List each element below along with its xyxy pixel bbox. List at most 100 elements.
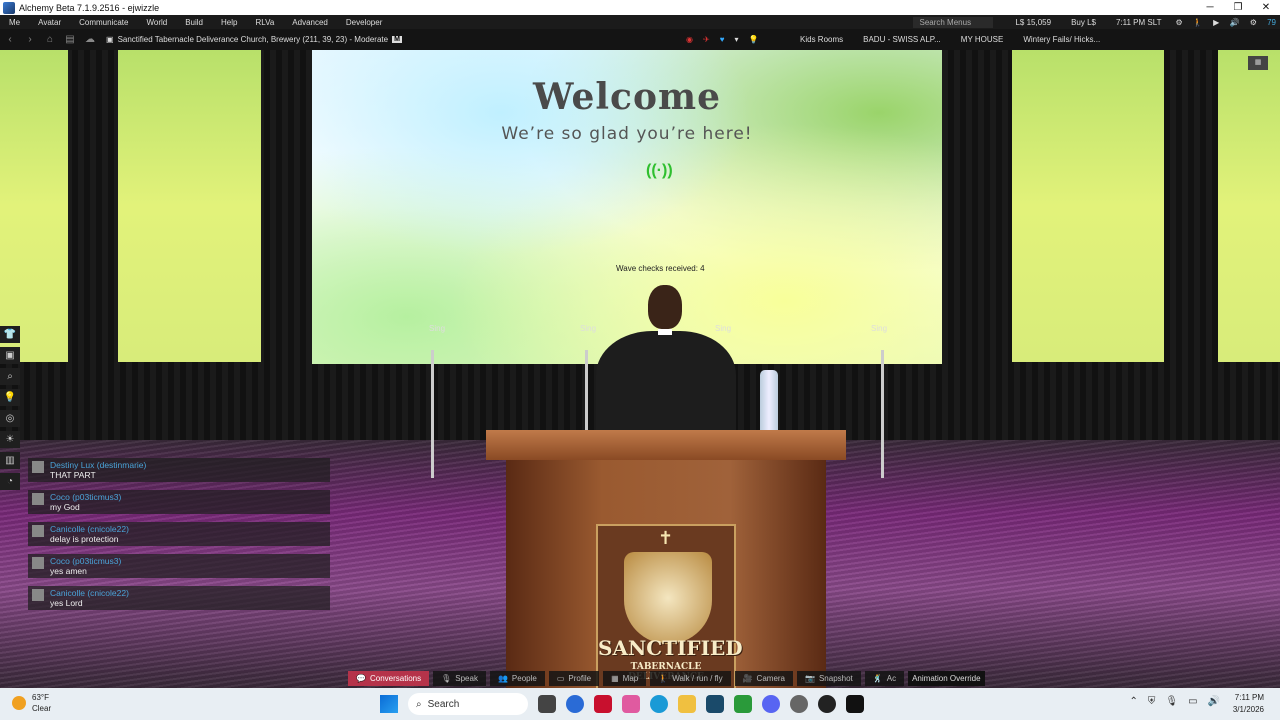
clerical-collar bbox=[658, 329, 672, 335]
mic-stand[interactable] bbox=[881, 350, 884, 478]
obs-icon[interactable] bbox=[818, 695, 836, 713]
info-icon[interactable]: ▤ bbox=[60, 34, 80, 45]
edge-icon[interactable] bbox=[650, 695, 668, 713]
snapshot-button[interactable]: 📷 Snapshot bbox=[797, 670, 861, 686]
chat-sender[interactable]: Canicolle (cnicole22) bbox=[50, 524, 326, 534]
alchemy-viewer-icon[interactable] bbox=[706, 695, 724, 713]
mic-stand[interactable] bbox=[585, 350, 588, 430]
discord-icon[interactable] bbox=[762, 695, 780, 713]
bulb-icon[interactable]: 💡 bbox=[748, 35, 758, 44]
settings-icon[interactable]: ⚙ bbox=[1246, 18, 1261, 27]
buy-currency-button[interactable]: Buy L$ bbox=[1061, 18, 1106, 27]
mic-icon[interactable]: 🎙 bbox=[1165, 696, 1178, 707]
walk-icon: 🚶 bbox=[658, 673, 669, 683]
snapshot-overlay-icon[interactable]: ▦ bbox=[1248, 56, 1268, 70]
conversations-button[interactable]: 💬 Conversations bbox=[348, 670, 430, 686]
settings-icon[interactable] bbox=[790, 695, 808, 713]
chat-text: yes Lord bbox=[50, 598, 83, 608]
no-fly-icon[interactable]: ✈ bbox=[703, 35, 710, 44]
chat-message: Canicolle (cnicole22) delay is protectio… bbox=[28, 522, 330, 546]
chat-sender[interactable]: Canicolle (cnicole22) bbox=[50, 588, 326, 598]
environment-icon[interactable]: ☀ bbox=[0, 431, 20, 448]
file-explorer-icon[interactable] bbox=[678, 695, 696, 713]
cloud-icon[interactable]: ☁ bbox=[80, 34, 100, 45]
maximize-button[interactable]: ❐ bbox=[1224, 2, 1252, 13]
chat-sender[interactable]: Coco (p03ticmus3) bbox=[50, 492, 326, 502]
sing-label[interactable]: Sing bbox=[871, 324, 887, 333]
taskbar-clock[interactable]: 7:11 PM 3/1/2026 bbox=[1233, 692, 1264, 716]
menu-me[interactable]: Me bbox=[0, 18, 29, 27]
menu-communicate[interactable]: Communicate bbox=[70, 18, 137, 27]
network-icon[interactable]: ▭ bbox=[1188, 696, 1197, 707]
ao-button[interactable]: 🕺 Ac bbox=[864, 670, 905, 686]
home-icon[interactable]: ⌂ bbox=[40, 34, 60, 45]
task-view-icon[interactable] bbox=[538, 695, 556, 713]
cross-icon: ✝ bbox=[658, 528, 674, 548]
radar-icon[interactable]: ◎ bbox=[0, 410, 20, 427]
balance: L$ 15,059 bbox=[1015, 17, 1052, 27]
chevron-down-icon[interactable]: ▾ bbox=[734, 35, 738, 44]
eye-icon[interactable]: ◉ bbox=[686, 35, 693, 44]
menu-help[interactable]: Help bbox=[212, 18, 246, 27]
people-button[interactable]: 👥 People bbox=[489, 670, 545, 686]
profile-button[interactable]: ▭ Profile bbox=[548, 670, 600, 686]
search-icon: ⌕ bbox=[416, 698, 422, 710]
menu-developer[interactable]: Developer bbox=[337, 18, 391, 27]
menu-build[interactable]: Build bbox=[176, 18, 212, 27]
copilot-icon[interactable] bbox=[622, 695, 640, 713]
mic-stand[interactable] bbox=[431, 350, 434, 478]
camera-button[interactable]: 🎥 Camera bbox=[734, 670, 793, 686]
menu-avatar[interactable]: Avatar bbox=[29, 18, 70, 27]
3d-viewport[interactable]: Welcome We’re so glad you’re here! ((·))… bbox=[0, 50, 1280, 688]
close-button[interactable]: ✕ bbox=[1252, 2, 1280, 13]
location-bar[interactable]: ▣ Sanctified Tabernacle Deliverance Chur… bbox=[106, 35, 402, 44]
search-menus-input[interactable]: Search Menus bbox=[913, 16, 994, 28]
heart-icon[interactable]: ♥ bbox=[720, 35, 725, 44]
chat-sender[interactable]: Destiny Lux (destinmarie) bbox=[50, 460, 326, 470]
capcut-icon[interactable] bbox=[846, 695, 864, 713]
search-icon[interactable]: ⌕ bbox=[0, 368, 20, 385]
appearance-icon[interactable]: 👕 bbox=[0, 326, 20, 343]
inventory-icon[interactable]: ▣ bbox=[0, 347, 20, 364]
avatar bbox=[32, 557, 44, 569]
menu-world[interactable]: World bbox=[137, 18, 176, 27]
back-icon[interactable]: ‹ bbox=[0, 34, 20, 45]
windows-start-icon[interactable] bbox=[380, 695, 398, 713]
light-icon[interactable]: 💡 bbox=[0, 389, 20, 406]
landmark-item[interactable]: Wintery Fails/ Hicks... bbox=[1023, 35, 1100, 44]
acrobat-icon[interactable] bbox=[594, 695, 612, 713]
location-text: Sanctified Tabernacle Deliverance Church… bbox=[117, 35, 389, 44]
landmark-item[interactable]: MY HOUSE bbox=[961, 35, 1004, 44]
clock-date: 3/1/2026 bbox=[1232, 705, 1264, 714]
chat-sender[interactable]: Coco (p03ticmus3) bbox=[50, 556, 326, 566]
weather-widget[interactable]: 63°F Clear bbox=[12, 692, 51, 714]
chat-text: delay is protection bbox=[50, 534, 119, 544]
menu-advanced[interactable]: Advanced bbox=[283, 18, 337, 27]
script-icon[interactable]: ⚙ bbox=[1171, 18, 1186, 27]
menu-rlva[interactable]: RLVa bbox=[246, 18, 283, 27]
app-icon[interactable] bbox=[566, 695, 584, 713]
sing-label[interactable]: Sing bbox=[580, 324, 596, 333]
pulpit[interactable]: ✝ SANCTIFIED TABERNACLE DELIVERANCE bbox=[486, 430, 846, 688]
walk-icon[interactable]: 🚶 bbox=[1189, 18, 1207, 27]
volume-icon[interactable]: 🔊 bbox=[1208, 696, 1220, 707]
sheets-icon[interactable] bbox=[734, 695, 752, 713]
system-tray: ⌃ ⛨ 🎙 ▭ 🔊 bbox=[1130, 696, 1221, 707]
walk-run-fly-button[interactable]: 🚶 Walk / run / fly bbox=[650, 670, 731, 686]
sing-label[interactable]: Sing bbox=[429, 324, 445, 333]
taskbar-search[interactable]: ⌕ Search bbox=[408, 693, 528, 715]
avatar bbox=[32, 589, 44, 601]
forward-icon[interactable]: › bbox=[20, 34, 40, 45]
chevron-up-icon[interactable]: ⌃ bbox=[1130, 696, 1138, 707]
shield-icon[interactable]: ⛨ bbox=[1148, 696, 1156, 707]
stats-icon[interactable]: ▥ bbox=[0, 452, 20, 469]
performance-icon[interactable]: ◔ bbox=[0, 473, 20, 490]
landmark-item[interactable]: Kids Rooms bbox=[800, 35, 843, 44]
minimize-button[interactable]: ─ bbox=[1196, 2, 1224, 13]
speak-button[interactable]: 🎙 Speak bbox=[433, 670, 486, 686]
map-button[interactable]: ▦ Map bbox=[603, 670, 647, 686]
landmark-item[interactable]: BADU - SWISS ALP... bbox=[863, 35, 941, 44]
play-icon[interactable]: ▶ bbox=[1209, 18, 1223, 27]
volume-icon[interactable]: 🔊 bbox=[1225, 18, 1243, 27]
preacher-avatar[interactable] bbox=[596, 285, 736, 445]
